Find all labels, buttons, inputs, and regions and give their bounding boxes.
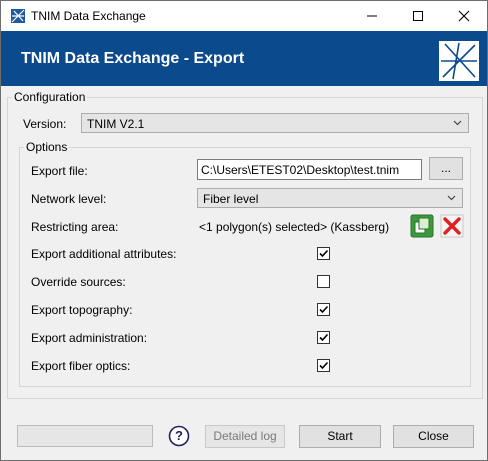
export-fiber-optics-label: Export fiber optics: bbox=[31, 359, 131, 373]
checkmark-icon bbox=[319, 361, 329, 370]
detailed-log-button[interactable]: Detailed log bbox=[205, 425, 285, 448]
network-level-value: Fiber level bbox=[203, 192, 259, 206]
close-window-button[interactable] bbox=[441, 1, 487, 31]
version-value: TNIM V2.1 bbox=[87, 117, 145, 131]
start-button[interactable]: Start bbox=[299, 425, 381, 448]
export-file-label: Export file: bbox=[31, 164, 88, 178]
chevron-down-icon bbox=[453, 120, 462, 126]
help-button-label: ? bbox=[175, 428, 183, 443]
app-icon bbox=[11, 9, 25, 23]
delete-icon bbox=[440, 214, 464, 238]
close-button[interactable]: Close bbox=[393, 425, 474, 448]
network-level-label: Network level: bbox=[31, 192, 107, 206]
close-icon bbox=[458, 10, 470, 22]
help-button[interactable]: ? bbox=[168, 425, 190, 447]
maximize-icon bbox=[413, 11, 423, 21]
options-group-label: Options bbox=[24, 140, 70, 154]
options-group: Options bbox=[19, 140, 471, 387]
close-label: Close bbox=[418, 429, 449, 443]
version-select[interactable]: TNIM V2.1 bbox=[81, 113, 469, 133]
export-topography-checkbox[interactable] bbox=[317, 303, 330, 316]
minimize-icon bbox=[367, 15, 377, 17]
page-title: TNIM Data Exchange - Export bbox=[21, 50, 245, 67]
export-administration-label: Export administration: bbox=[31, 331, 148, 345]
checkmark-icon bbox=[319, 305, 329, 314]
chevron-down-icon bbox=[447, 195, 456, 201]
export-additional-attributes-checkbox[interactable] bbox=[317, 247, 330, 260]
browse-button-label: ... bbox=[440, 161, 451, 175]
logo-icon bbox=[439, 41, 479, 81]
override-sources-label: Override sources: bbox=[31, 275, 126, 289]
minimize-button[interactable] bbox=[349, 1, 395, 31]
detailed-log-label: Detailed log bbox=[213, 429, 277, 443]
maximize-button[interactable] bbox=[395, 1, 441, 31]
start-label: Start bbox=[327, 429, 353, 443]
header-banner: TNIM Data Exchange - Export bbox=[1, 31, 487, 86]
delete-area-button[interactable] bbox=[440, 214, 464, 238]
version-label: Version: bbox=[23, 117, 67, 131]
network-level-select[interactable]: Fiber level bbox=[197, 188, 463, 208]
export-file-value: C:\Users\ETEST02\Desktop\test.tnim bbox=[201, 163, 400, 177]
progress-bar bbox=[17, 425, 153, 447]
configuration-group-label: Configuration bbox=[12, 90, 88, 104]
export-fiber-optics-checkbox[interactable] bbox=[317, 359, 330, 372]
restricting-area-label: Restricting area: bbox=[31, 220, 119, 234]
export-file-input[interactable]: C:\Users\ETEST02\Desktop\test.tnim bbox=[197, 159, 422, 180]
browse-button[interactable]: ... bbox=[429, 157, 463, 180]
export-additional-attributes-label: Export additional attributes: bbox=[31, 247, 177, 261]
export-window: TNIM Data Exchange TNIM Data Exchange - … bbox=[0, 0, 488, 461]
restricting-area-value: <1 polygon(s) selected> (Kassberg) bbox=[199, 220, 390, 234]
select-area-icon bbox=[410, 214, 434, 238]
window-title: TNIM Data Exchange bbox=[31, 9, 146, 23]
title-bar: TNIM Data Exchange bbox=[1, 1, 487, 31]
checkmark-icon bbox=[319, 333, 329, 342]
select-area-button[interactable] bbox=[410, 214, 434, 238]
override-sources-checkbox[interactable] bbox=[317, 275, 330, 288]
export-topography-label: Export topography: bbox=[31, 303, 133, 317]
checkmark-icon bbox=[319, 249, 329, 258]
export-administration-checkbox[interactable] bbox=[317, 331, 330, 344]
